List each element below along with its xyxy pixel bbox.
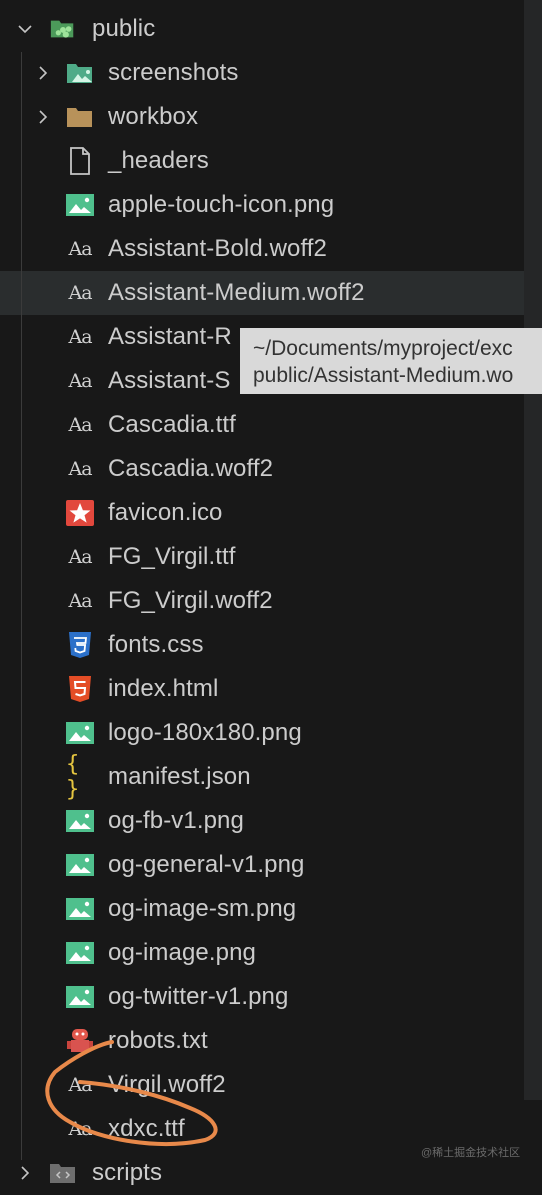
image-icon bbox=[66, 940, 94, 966]
item-label: og-general-v1.png bbox=[108, 851, 305, 878]
file-cascadia-woff2[interactable]: Aa Cascadia.woff2 bbox=[0, 447, 524, 491]
file-index-html[interactable]: index.html bbox=[0, 667, 524, 711]
item-label: Assistant-Medium.woff2 bbox=[108, 279, 365, 306]
watermark: @稀土掘金技术社区 bbox=[421, 1147, 521, 1159]
chevron-right-icon[interactable] bbox=[17, 1165, 33, 1181]
item-label: robots.txt bbox=[108, 1027, 208, 1054]
file-apple-touch-icon-png[interactable]: apple-touch-icon.png bbox=[0, 183, 524, 227]
item-label: xdxc.ttf bbox=[108, 1115, 185, 1142]
scripts-folder-icon bbox=[49, 1160, 77, 1186]
font-icon: Aa bbox=[68, 370, 92, 392]
tooltip-line-1: ~/Documents/myproject/exc bbox=[253, 337, 513, 360]
font-icon: Aa bbox=[68, 590, 92, 612]
item-label: manifest.json bbox=[108, 763, 251, 790]
font-icon: Aa bbox=[68, 282, 92, 304]
folder-workbox[interactable]: workbox bbox=[0, 95, 524, 139]
font-icon: Aa bbox=[68, 458, 92, 480]
file-og-image-sm-png[interactable]: og-image-sm.png bbox=[0, 887, 524, 931]
item-label: FG_Virgil.ttf bbox=[108, 543, 236, 570]
item-label: og-fb-v1.png bbox=[108, 807, 244, 834]
image-icon bbox=[66, 896, 94, 922]
item-label: screenshots bbox=[108, 59, 239, 86]
font-icon: Aa bbox=[68, 1118, 92, 1140]
item-label: Cascadia.woff2 bbox=[108, 455, 274, 482]
file-fg-virgil-ttf[interactable]: Aa FG_Virgil.ttf bbox=[0, 535, 524, 579]
item-label: Assistant-Bold.woff2 bbox=[108, 235, 327, 262]
item-label: workbox bbox=[108, 103, 199, 130]
file-manifest-json[interactable]: { } manifest.json bbox=[0, 752, 524, 802]
font-icon: Aa bbox=[68, 414, 92, 436]
item-label: og-twitter-v1.png bbox=[108, 983, 289, 1010]
css3-icon bbox=[66, 632, 94, 658]
file-assistant-bold-woff2[interactable]: Aa Assistant-Bold.woff2 bbox=[0, 227, 524, 271]
file-og-fb-v1-png[interactable]: og-fb-v1.png bbox=[0, 799, 524, 843]
folder-icon bbox=[66, 104, 94, 130]
file-robots-txt[interactable]: robots.txt bbox=[0, 1019, 524, 1063]
file-cascadia-ttf[interactable]: Aa Cascadia.ttf bbox=[0, 403, 524, 447]
item-label: favicon.ico bbox=[108, 499, 223, 526]
font-icon: Aa bbox=[68, 326, 92, 348]
item-label: Cascadia.ttf bbox=[108, 411, 236, 438]
image-icon bbox=[66, 808, 94, 834]
item-label: apple-touch-icon.png bbox=[108, 191, 335, 218]
file-assistant-medium-woff2[interactable]: Aa Assistant-Medium.woff2 bbox=[0, 271, 542, 315]
item-label: og-image.png bbox=[108, 939, 256, 966]
item-label: Assistant-R bbox=[108, 323, 232, 350]
file-icon bbox=[66, 147, 94, 175]
image-folder-icon bbox=[66, 60, 94, 86]
item-label: FG_Virgil.woff2 bbox=[108, 587, 273, 614]
item-label: fonts.css bbox=[108, 631, 204, 658]
item-label: _headers bbox=[108, 147, 209, 174]
indent-guide bbox=[21, 52, 22, 1160]
file--headers[interactable]: _headers bbox=[0, 139, 524, 183]
item-label: logo-180x180.png bbox=[108, 719, 302, 746]
font-icon: Aa bbox=[68, 238, 92, 260]
item-label: scripts bbox=[92, 1159, 163, 1186]
item-label: og-image-sm.png bbox=[108, 895, 297, 922]
image-icon bbox=[66, 852, 94, 878]
file-logo-180x180-png[interactable]: logo-180x180.png bbox=[0, 711, 524, 755]
item-label: index.html bbox=[108, 675, 219, 702]
file-fg-virgil-woff2[interactable]: Aa FG_Virgil.woff2 bbox=[0, 579, 524, 623]
folder-screenshots[interactable]: screenshots bbox=[0, 51, 524, 95]
path-tooltip: ~/Documents/myproject/exc public/Assista… bbox=[240, 328, 542, 394]
favicon-star-icon bbox=[66, 500, 94, 526]
json-braces-icon: { } bbox=[66, 752, 79, 802]
tooltip-line-2: public/Assistant-Medium.wo bbox=[253, 364, 514, 387]
file-og-image-png[interactable]: og-image.png bbox=[0, 931, 524, 975]
chevron-down-icon[interactable] bbox=[17, 21, 33, 37]
font-icon: Aa bbox=[68, 1074, 92, 1096]
folder-public[interactable]: public bbox=[0, 7, 524, 51]
file-og-twitter-v1-png[interactable]: og-twitter-v1.png bbox=[0, 975, 524, 1019]
image-icon bbox=[66, 192, 94, 218]
image-icon bbox=[66, 720, 94, 746]
file-favicon-ico[interactable]: favicon.ico bbox=[0, 491, 524, 535]
chevron-right-icon[interactable] bbox=[35, 65, 51, 81]
html5-icon bbox=[66, 676, 94, 702]
image-icon bbox=[66, 984, 94, 1010]
public-folder-icon bbox=[49, 16, 77, 42]
file-fonts-css[interactable]: fonts.css bbox=[0, 623, 524, 667]
item-label: Virgil.woff2 bbox=[108, 1071, 226, 1098]
chevron-right-icon[interactable] bbox=[35, 109, 51, 125]
item-label: public bbox=[92, 15, 156, 42]
file-virgil-woff2[interactable]: Aa Virgil.woff2 bbox=[0, 1063, 524, 1107]
file-og-general-v1-png[interactable]: og-general-v1.png bbox=[0, 843, 524, 887]
scrollbar[interactable] bbox=[524, 0, 542, 1100]
item-label: Assistant-S bbox=[108, 367, 231, 394]
font-icon: Aa bbox=[68, 546, 92, 568]
robot-icon bbox=[66, 1028, 94, 1054]
